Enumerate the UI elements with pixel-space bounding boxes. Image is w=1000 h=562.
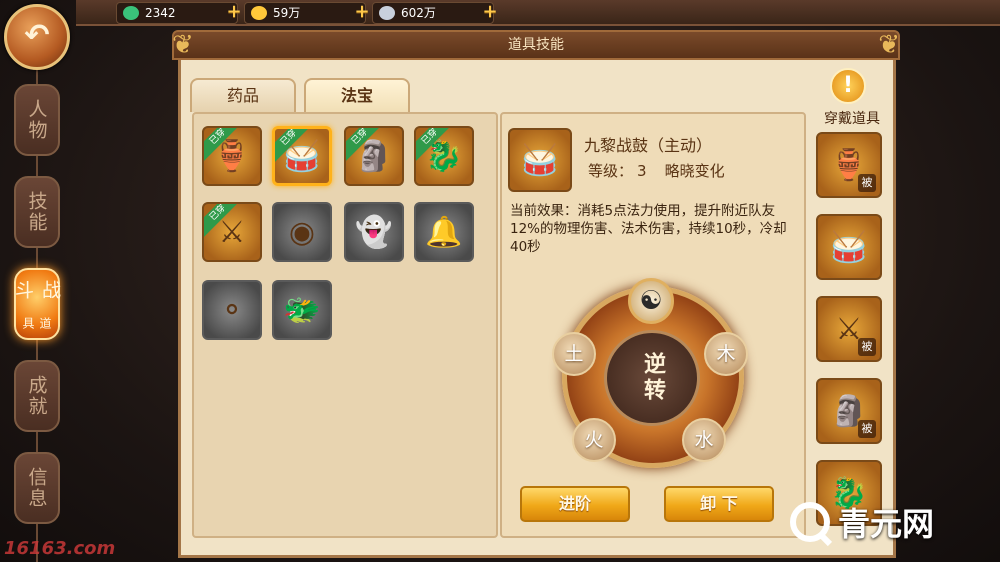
cloud-ornament-icon: ❦ (172, 30, 194, 60)
back-arrow-icon: ↶ (24, 18, 50, 53)
magnifier-logo-icon (790, 502, 830, 542)
panel-title: 道具技能 (508, 37, 564, 53)
gold-ingot-icon (251, 6, 267, 20)
add-silver-button[interactable]: + (481, 3, 499, 22)
beads-icon: ⚬ (219, 292, 245, 328)
tab-treasure[interactable]: 法宝 (304, 78, 410, 112)
tab-medicine[interactable]: 药品 (190, 78, 296, 112)
element-water[interactable]: 水 (682, 418, 726, 462)
watermark-qingyuan: 青元网 (776, 496, 996, 548)
element-wood[interactable]: 木 (704, 332, 748, 376)
jade-currency: 2342 + (116, 2, 242, 24)
add-gold-button[interactable]: + (353, 3, 371, 22)
back-button[interactable]: ↶ (4, 4, 70, 70)
equipped-slot-swords[interactable]: ⚔ 被 (816, 296, 882, 362)
inventory-slot-bell[interactable]: 🔔 (414, 202, 474, 262)
inventory-slot-gourd[interactable]: 🏺 已穿 (202, 126, 262, 186)
passive-badge: 被 (858, 338, 876, 356)
yin-yang-icon: ☯ (628, 278, 674, 324)
silver-currency: 602万 + (372, 2, 498, 24)
item-effect-text: 当前效果：消耗5点法力使用，提升附近队友12%的物理伤害、法术伤害，持续10秒，… (510, 203, 787, 255)
equipped-slot-gourd[interactable]: 🏺 被 (816, 132, 882, 198)
nav-tab-skills[interactable]: 技能 (14, 176, 60, 248)
currency-bar: 2342 + 59万 + 602万 + (76, 0, 1000, 26)
inventory-slot-ghost[interactable]: 👻 (344, 202, 404, 262)
jade-icon (123, 6, 139, 20)
inventory-slot-dragon[interactable]: 🐲 (272, 280, 332, 340)
nav-tab-character[interactable]: 人物 (14, 84, 60, 156)
inventory-slot-swords[interactable]: ⚔ 已穿 (202, 202, 262, 262)
ghost-icon: 👻 (355, 214, 393, 250)
jade-amount: 2342 (145, 6, 176, 20)
gold-amount: 59万 (273, 6, 301, 20)
passive-badge: 被 (858, 174, 876, 192)
shield-orb-icon: ◉ (288, 214, 316, 250)
inventory-slot-jade-guardian[interactable]: 🐉 已穿 (414, 126, 474, 186)
selected-item-icon: 🥁 (508, 128, 572, 192)
cloud-ornament-icon: ❦ (878, 30, 900, 60)
watermark-16163: 16163.com (4, 538, 116, 559)
nav-tab-info[interactable]: 信息 (14, 452, 60, 524)
inventory-slot-shield-orb[interactable]: ◉ (272, 202, 332, 262)
bell-icon: 🔔 (425, 214, 463, 250)
nav-tab-battle-items[interactable]: 战斗 道具 (12, 268, 61, 340)
item-name: 九黎战鼓（主动） (584, 136, 713, 155)
equipped-slot-war-drum[interactable]: 🥁 (816, 214, 882, 280)
gold-currency: 59万 + (244, 2, 370, 24)
silver-ingot-icon (379, 6, 395, 20)
add-jade-button[interactable]: + (225, 3, 243, 22)
crossed-swords-icon: ⚔ (218, 214, 246, 250)
unequip-button[interactable]: 卸 下 (664, 486, 774, 522)
element-earth[interactable]: 土 (552, 332, 596, 376)
item-level: 等级： 3 略晓变化 (588, 162, 725, 180)
inventory-slot-war-drum[interactable]: 🥁 已穿 (272, 126, 332, 186)
inventory-slot-guardian[interactable]: 🗿 已穿 (344, 126, 404, 186)
war-drum-icon: 🥁 (830, 229, 868, 265)
silver-amount: 602万 (401, 6, 436, 20)
exclamation-icon[interactable]: ! (830, 68, 866, 104)
equipped-items-title: 穿戴道具 (824, 111, 880, 127)
war-drum-icon: 🥁 (521, 142, 559, 178)
equipped-slot-guardian[interactable]: 🗿 被 (816, 378, 882, 444)
advance-button[interactable]: 进阶 (520, 486, 630, 522)
panel-header: 道具技能 (172, 30, 900, 60)
passive-badge: 被 (858, 420, 876, 438)
element-fire[interactable]: 火 (572, 418, 616, 462)
reverse-core-button[interactable]: 逆转 (604, 330, 700, 426)
nav-tab-achievements[interactable]: 成就 (14, 360, 60, 432)
dragon-icon: 🐲 (283, 292, 321, 328)
inventory-slot-beads[interactable]: ⚬ (202, 280, 262, 340)
